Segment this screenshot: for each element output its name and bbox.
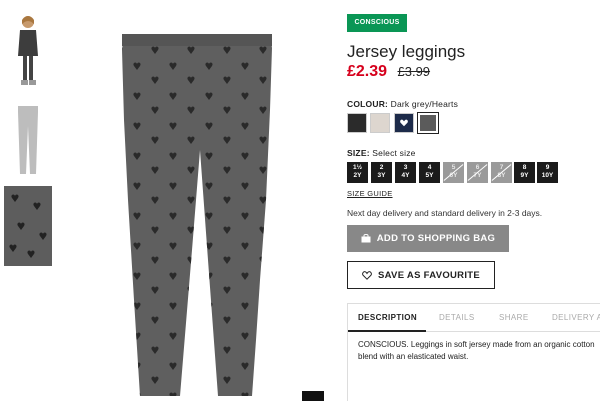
zoom-button[interactable] [302,391,324,401]
active-tab-indicator [348,330,426,332]
tab-description[interactable]: DESCRIPTION [358,313,417,322]
size-option-unavailable: 6 7Y [467,162,488,183]
product-title: Jersey leggings [347,42,466,61]
swatch-light-beige[interactable] [370,113,390,133]
child-model-image [4,8,52,94]
size-top: 6 [475,164,480,171]
size-bottom: 8Y [497,172,506,179]
size-top: 3 [403,164,408,171]
colour-label: COLOUR: [347,99,389,109]
tab-delivery[interactable]: DELIVERY A [552,313,600,322]
size-bottom: 5Y [425,172,434,179]
shopping-bag-icon [361,234,371,243]
size-top: 5 [451,164,456,171]
conscious-badge: CONSCIOUS [347,14,407,32]
size-option[interactable]: 4 5Y [419,162,440,183]
size-bottom: 9Y [520,172,529,179]
size-top: 1½ [352,164,363,171]
save-favourite-button[interactable]: SAVE AS FAVOURITE [347,261,495,289]
size-guide-link[interactable]: SIZE GUIDE [347,189,393,198]
size-option[interactable]: 3 4Y [395,162,416,183]
size-option[interactable]: 1½ 2Y [347,162,368,183]
grey-leggings-image [4,100,52,180]
add-to-bag-button[interactable]: ADD TO SHOPPING BAG [347,225,509,252]
fabric-closeup-image [4,186,52,266]
tab-bar: DESCRIPTION DETAILS SHARE DELIVERY A [348,304,600,332]
size-option-unavailable: 7 8Y [491,162,512,183]
sale-price: £2.39 [347,63,388,80]
heart-icon [400,119,408,127]
colour-value: Dark grey/Hearts [390,99,459,109]
original-price: £3.99 [397,64,431,79]
size-bottom: 7Y [473,172,482,179]
size-bottom: 3Y [377,172,386,179]
size-option-unavailable: 5 6Y [443,162,464,183]
size-top: 7 [499,164,504,171]
price-row: £2.39 £3.99 [347,63,430,81]
add-to-bag-label: ADD TO SHOPPING BAG [376,233,496,244]
size-bottom: 10Y [541,172,554,179]
heart-outline-icon [362,270,372,280]
size-label: SIZE: [347,148,370,158]
size-top: 2 [379,164,384,171]
size-bottom: 2Y [353,172,362,179]
favourite-label: SAVE AS FAVOURITE [377,269,481,281]
thumbnail-model[interactable] [4,8,52,94]
delivery-info: Next day delivery and standard delivery … [347,208,543,218]
size-top: 4 [427,164,432,171]
thumbnail-fabric-closeup[interactable] [4,186,52,266]
size-option[interactable]: 8 9Y [514,162,535,183]
info-tabs-panel: DESCRIPTION DETAILS SHARE DELIVERY A CON… [347,303,600,401]
swatch-dark-grey-hearts[interactable] [417,112,439,134]
size-bottom: 6Y [449,172,458,179]
size-label-row: SIZE: Select size [347,148,416,158]
tab-share[interactable]: SHARE [499,313,529,322]
main-product-image [122,34,272,396]
swatch-black[interactable] [347,113,367,133]
size-option[interactable]: 9 10Y [537,162,558,183]
product-description: CONSCIOUS. Leggings in soft jersey made … [358,340,595,361]
swatch-navy-hearts[interactable] [394,113,414,133]
size-top: 9 [545,164,550,171]
thumbnail-flat-grey[interactable] [4,100,52,180]
size-option[interactable]: 2 3Y [371,162,392,183]
size-top: 8 [522,164,527,171]
colour-label-row: COLOUR: Dark grey/Hearts [347,99,458,109]
tab-details[interactable]: DETAILS [439,313,475,322]
size-value: Select size [372,148,416,158]
size-bottom: 4Y [401,172,410,179]
